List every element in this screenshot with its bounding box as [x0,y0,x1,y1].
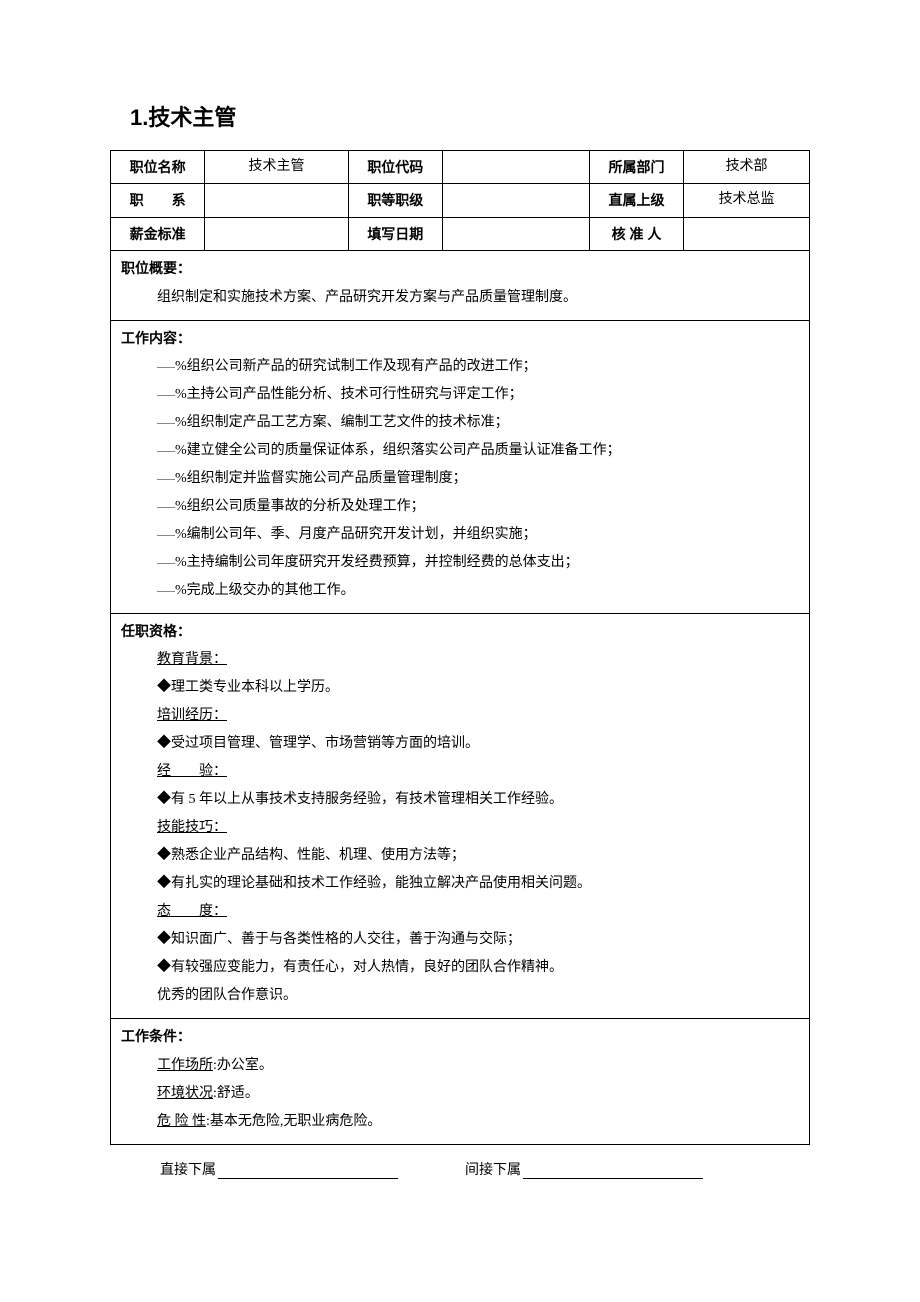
work-item: %建立健全公司的质量保证体系，组织落实公司产品质量认证准备工作； [121,437,799,465]
exp-item: ◆有 5 年以上从事技术支持服务经验，有技术管理相关工作经验。 [121,786,799,814]
skill-item: ◆有扎实的理论基础和技术工作经验，能独立解决产品使用相关问题。 [121,870,799,898]
label-position-code: 职位代码 [348,151,442,184]
label-supervisor: 直属上级 [589,184,683,217]
work-item: %完成上级交办的其他工作。 [121,577,799,605]
work-item: %编制公司年、季、月度产品研究开发计划，并组织实施； [121,521,799,549]
value-fill-date [443,217,590,250]
overview-body: 组织制定和实施技术方案、产品研究开发方案与产品质量管理制度。 [121,284,799,312]
cond-env: 环境状况:舒适。 [121,1080,799,1108]
qual-title: 任职资格： [121,620,799,642]
indirect-subordinate-label: 间接下属 [465,1159,521,1179]
att-extra: 优秀的团队合作意识。 [121,982,799,1010]
value-job-series [205,184,348,217]
label-job-grade: 职等职级 [348,184,442,217]
label-position-name: 职位名称 [111,151,205,184]
label-salary: 薪金标准 [111,217,205,250]
work-item: %主持编制公司年度研究开发经费预算，并控制经费的总体支出； [121,549,799,577]
cond-danger: 危 险 性:基本无危险,无职业病危险。 [121,1108,799,1136]
value-approver [684,217,810,250]
exp-label: 经 验： [157,764,227,779]
label-job-series: 职 系 [111,184,205,217]
work-title: 工作内容： [121,327,799,349]
indirect-subordinate-line [523,1178,703,1179]
train-label: 培训经历： [157,708,227,723]
label-approver: 核 准 人 [589,217,683,250]
direct-subordinate-line [218,1178,398,1179]
att-label: 态 度： [157,904,227,919]
attitude-item: ◆有较强应变能力，有责任心，对人热情，良好的团队合作精神。 [121,954,799,982]
table-row: 职位名称 技术主管 职位代码 所属部门 技术部 [111,151,810,184]
table-row: 职 系 职等职级 直属上级 技术总监 [111,184,810,217]
attitude-item: ◆知识面广、善于与各类性格的人交往，善于沟通与交际； [121,926,799,954]
table-row: 任职资格： 教育背景： ◆理工类专业本科以上学历。 培训经历： ◆受过项目管理、… [111,613,810,1018]
edu-item: ◆理工类专业本科以上学历。 [121,674,799,702]
value-position-code [443,151,590,184]
skill-label: 技能技巧： [157,820,227,835]
work-item: %组织公司新产品的研究试制工作及现有产品的改进工作； [121,353,799,381]
edu-label: 教育背景： [157,652,227,667]
section-conditions: 工作条件： 工作场所:办公室。 环境状况:舒适。 危 险 性:基本无危险,无职业… [111,1019,810,1144]
cond-title: 工作条件： [121,1025,799,1047]
value-department: 技术部 [684,151,810,184]
direct-subordinate-label: 直接下属 [160,1159,216,1179]
value-salary [205,217,348,250]
work-item: %组织公司质量事故的分析及处理工作； [121,493,799,521]
table-row: 工作内容： %组织公司新产品的研究试制工作及现有产品的改进工作；%主持公司产品性… [111,320,810,613]
job-form-table: 职位名称 技术主管 职位代码 所属部门 技术部 职 系 职等职级 直属上级 技术… [110,150,810,1145]
table-row: 工作条件： 工作场所:办公室。 环境状况:舒适。 危 险 性:基本无危险,无职业… [111,1019,810,1144]
label-department: 所属部门 [589,151,683,184]
label-fill-date: 填写日期 [348,217,442,250]
train-item: ◆受过项目管理、管理学、市场营销等方面的培训。 [121,730,799,758]
value-job-grade [443,184,590,217]
footer: 直接下属 间接下属 [110,1159,810,1179]
section-overview: 职位概要： 组织制定和实施技术方案、产品研究开发方案与产品质量管理制度。 [111,251,810,320]
work-item: %组织制定产品工艺方案、编制工艺文件的技术标准； [121,409,799,437]
work-item: %组织制定并监督实施公司产品质量管理制度； [121,465,799,493]
skill-item: ◆熟悉企业产品结构、性能、机理、使用方法等； [121,842,799,870]
value-supervisor: 技术总监 [684,184,810,217]
section-work: 工作内容： %组织公司新产品的研究试制工作及现有产品的改进工作；%主持公司产品性… [111,320,810,613]
overview-title: 职位概要： [121,257,799,279]
table-row: 职位概要： 组织制定和实施技术方案、产品研究开发方案与产品质量管理制度。 [111,251,810,320]
value-position-name: 技术主管 [205,151,348,184]
section-qualification: 任职资格： 教育背景： ◆理工类专业本科以上学历。 培训经历： ◆受过项目管理、… [111,613,810,1018]
table-row: 薪金标准 填写日期 核 准 人 [111,217,810,250]
cond-place: 工作场所:办公室。 [121,1052,799,1080]
page-title: 1.技术主管 [110,100,810,132]
work-item: %主持公司产品性能分析、技术可行性研究与评定工作； [121,381,799,409]
